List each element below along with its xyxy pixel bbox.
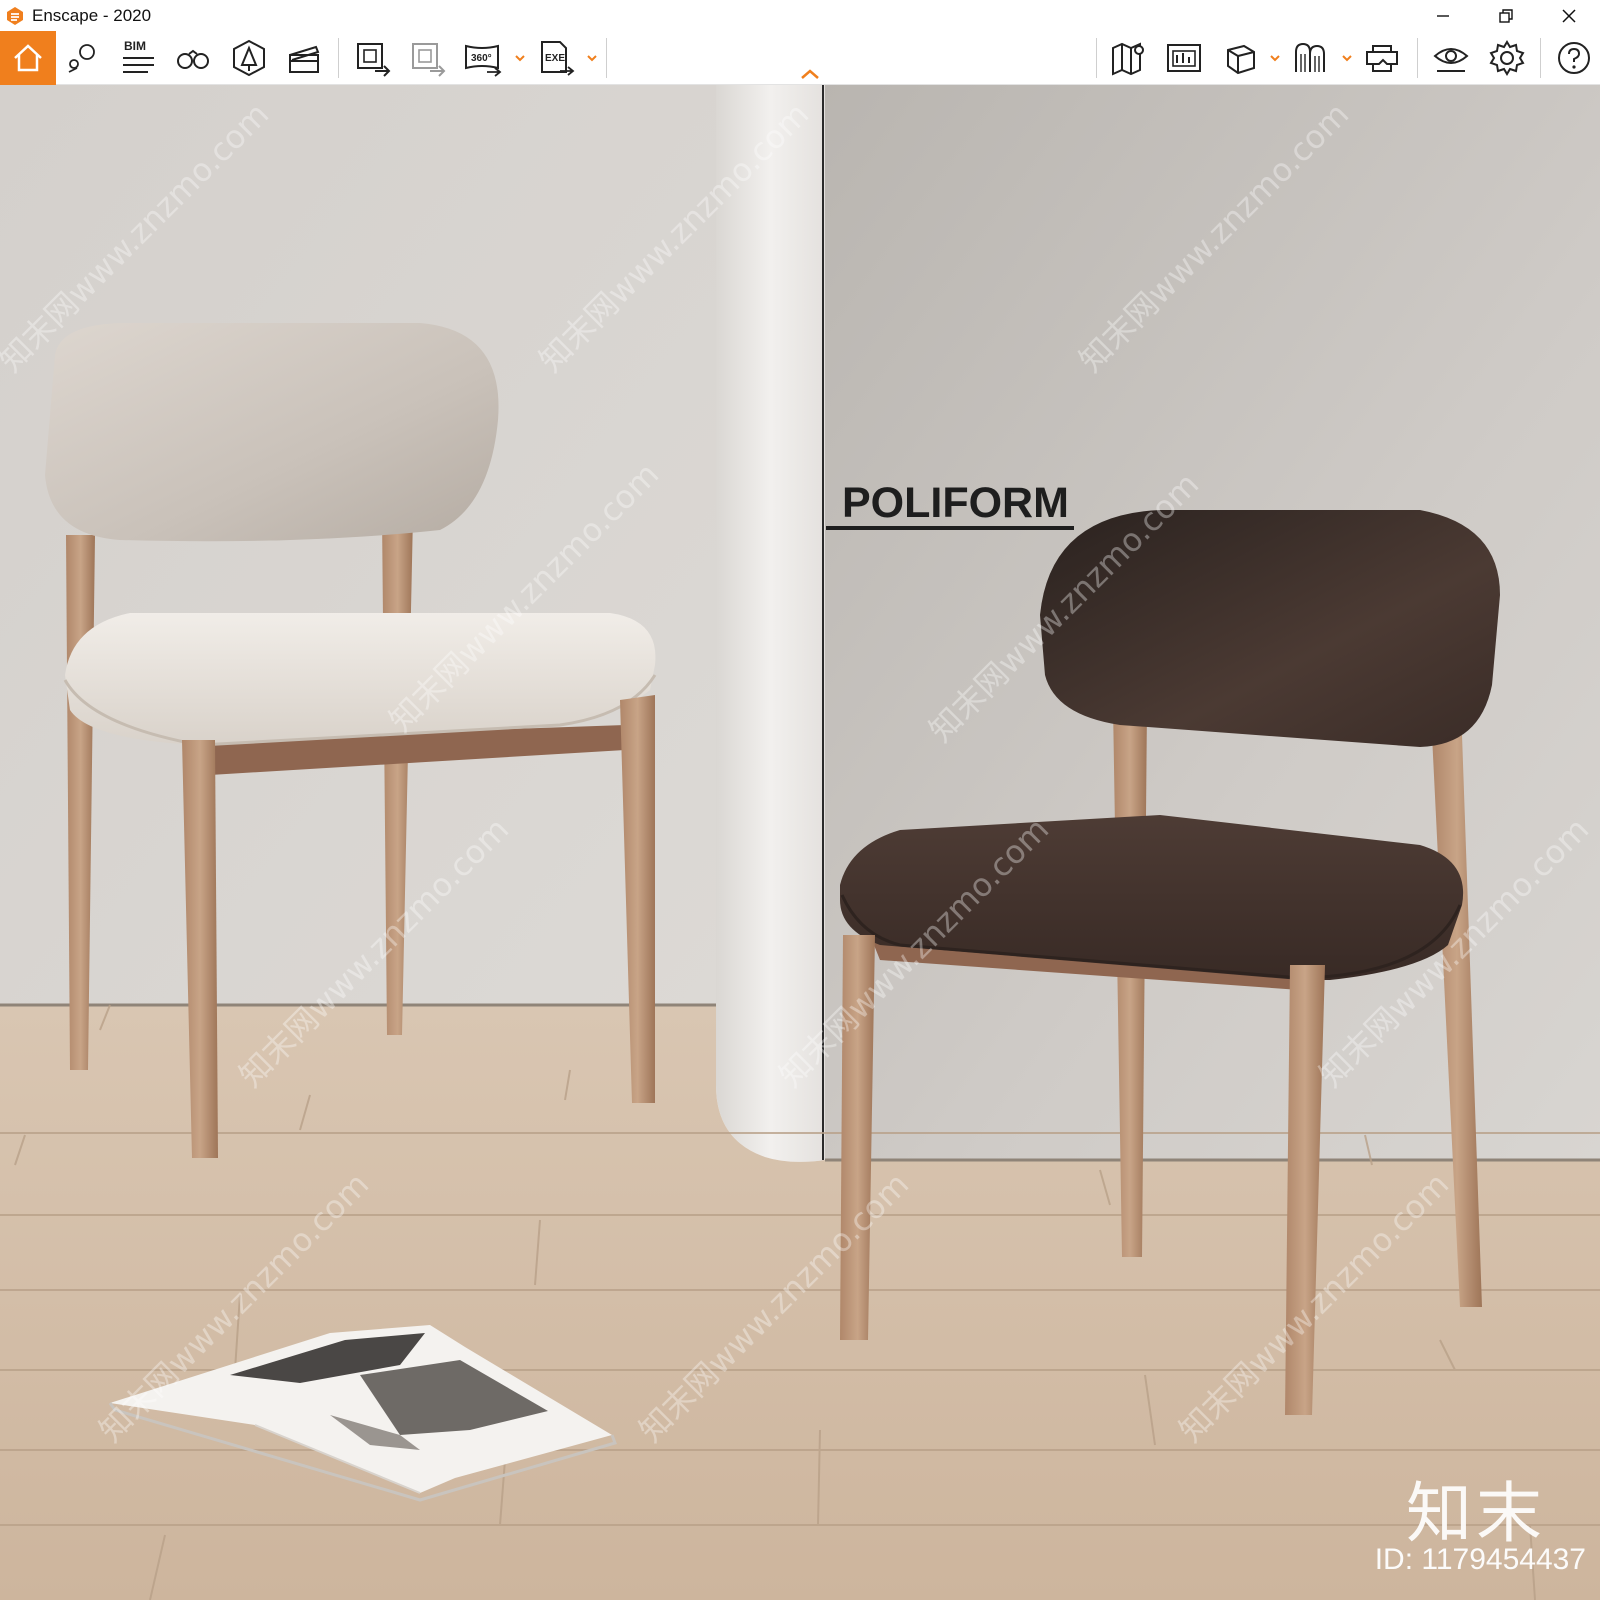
exe-export-icon: EXE [541, 41, 575, 76]
close-button[interactable] [1537, 0, 1600, 31]
views-locations-button[interactable] [60, 34, 106, 82]
home-button[interactable] [0, 31, 56, 85]
orthographic-button[interactable] [170, 34, 216, 82]
material-dropdown-chevron-down-icon[interactable] [1340, 51, 1354, 65]
toolbar-separator [1540, 38, 1541, 78]
asset-library-dropdown-chevron-down-icon[interactable] [1268, 51, 1282, 65]
minimize-icon [1436, 14, 1449, 17]
image-id-label: ID: 1179454437 [1374, 1543, 1586, 1576]
capture-button[interactable] [1161, 34, 1207, 82]
svg-text:BIM: BIM [124, 39, 146, 53]
poliform-underline [826, 526, 1074, 530]
panorama-dropdown-chevron-down-icon[interactable] [513, 51, 527, 65]
toolbar-separator [606, 38, 607, 78]
home-icon [14, 44, 42, 72]
asset-library-button[interactable] [1217, 34, 1263, 82]
svg-text:360°: 360° [471, 53, 492, 64]
map-icon [1112, 42, 1144, 76]
window-controls [1411, 0, 1600, 31]
restore-button[interactable] [1474, 0, 1537, 31]
settings-button[interactable] [1484, 34, 1530, 82]
help-icon [1558, 42, 1590, 74]
batch-render-icon [357, 43, 391, 77]
panorama-icon: 360° [465, 44, 502, 77]
atmosphere-icon [233, 39, 265, 77]
brand-watermark: 知末 [1406, 1475, 1546, 1552]
help-button[interactable] [1551, 34, 1597, 82]
bim-icon: BIM [123, 39, 154, 73]
material-icon [1295, 42, 1325, 72]
visual-settings-button[interactable] [1428, 34, 1474, 82]
batch-render-button[interactable] [350, 34, 396, 82]
export-images-button[interactable] [405, 34, 451, 82]
atmosphere-button[interactable] [226, 34, 272, 82]
material-editor-button[interactable] [1288, 34, 1334, 82]
export-exe-button[interactable]: EXE [533, 34, 579, 82]
eye-icon [1433, 48, 1469, 72]
clapperboard-icon [289, 45, 320, 73]
cube-icon [1227, 44, 1255, 75]
bim-button[interactable]: BIM [115, 34, 161, 82]
render-viewport[interactable]: POLIFORM 知末网www.znzmo.com 知末网www.znzmo.c… [0, 85, 1600, 1600]
toolbar-separator [1096, 38, 1097, 78]
export-images-icon [412, 43, 446, 77]
window-title: Enscape - 2020 [32, 5, 152, 25]
capture-icon [1167, 44, 1201, 72]
panorama-button[interactable]: 360° [460, 34, 506, 82]
restore-icon [1498, 8, 1513, 23]
close-icon [1561, 8, 1576, 23]
vr-headset-icon [1366, 45, 1398, 72]
toolbar-separator [338, 38, 339, 78]
gear-icon [1489, 40, 1525, 76]
exe-dropdown-chevron-down-icon[interactable] [585, 51, 599, 65]
location-pin-icon [68, 44, 95, 73]
enscape-logo-icon [7, 6, 23, 25]
svg-text:EXE: EXE [545, 53, 565, 64]
video-editor-button[interactable] [281, 34, 327, 82]
title-bar: Enscape - 2020 [0, 0, 1600, 31]
minimize-button[interactable] [1411, 0, 1474, 31]
collapse-toolbar-chevron-up-icon[interactable] [798, 67, 822, 81]
binoculars-icon [177, 49, 209, 69]
vr-headset-button[interactable] [1360, 34, 1406, 82]
poliform-wall-text: POLIFORM [842, 479, 1069, 527]
scene-render [0, 85, 1600, 1600]
toolbar-separator [1417, 38, 1418, 78]
map-button[interactable] [1106, 34, 1152, 82]
